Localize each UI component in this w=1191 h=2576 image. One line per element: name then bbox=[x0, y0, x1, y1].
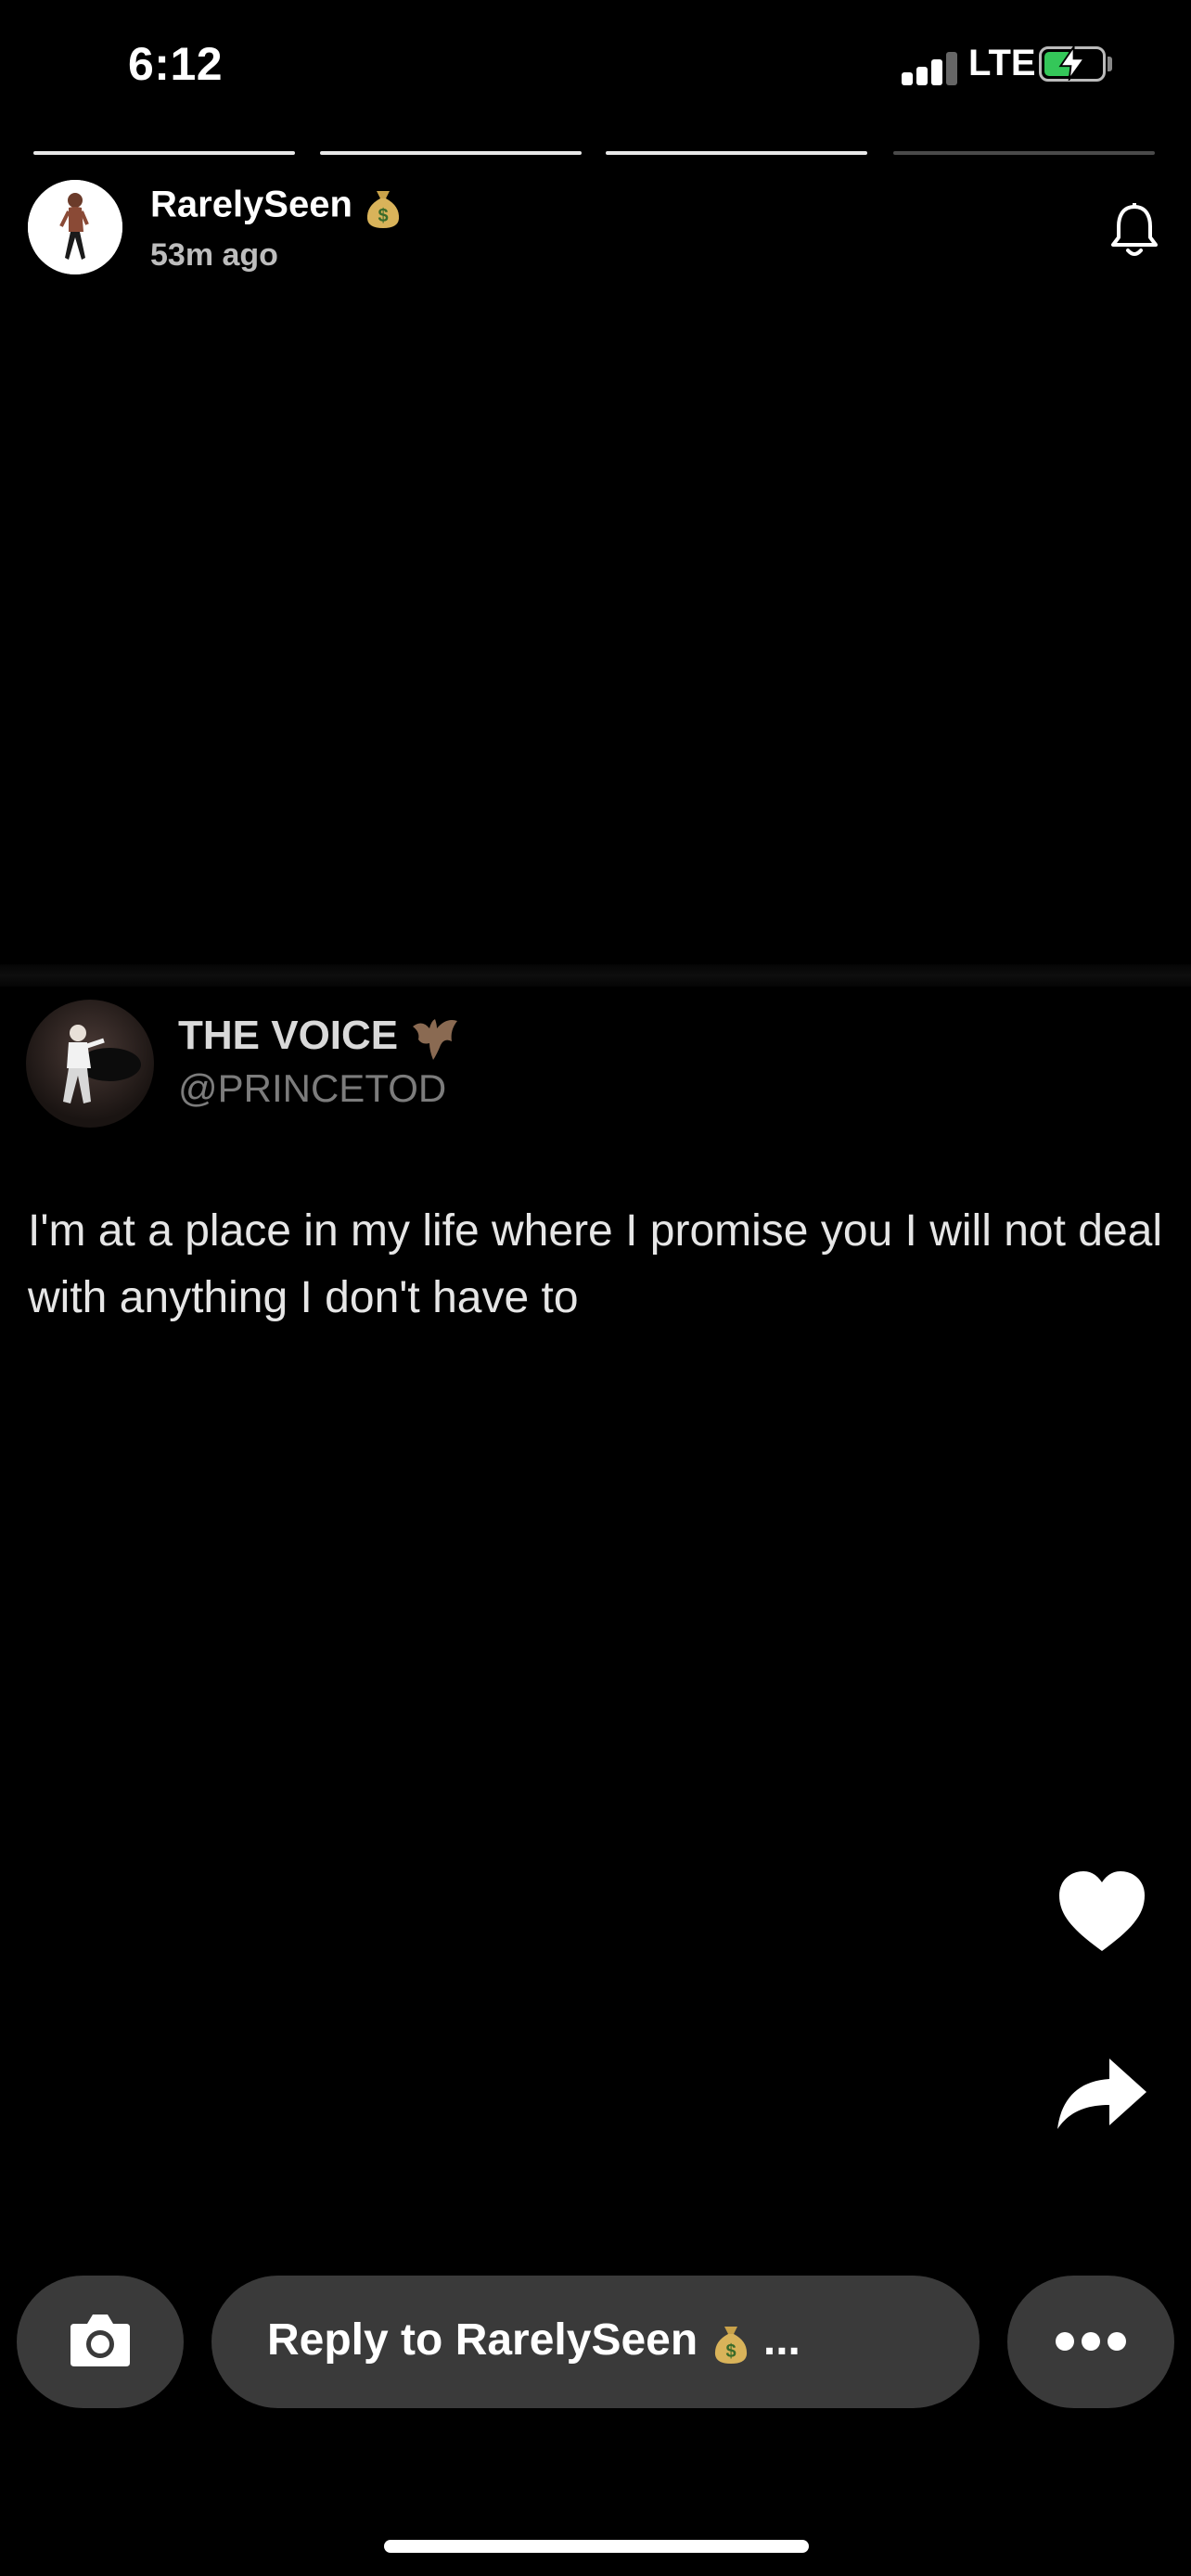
reply-input[interactable]: Reply to RarelySeen $ ... bbox=[211, 2276, 980, 2408]
status-time: 6:12 bbox=[128, 38, 224, 90]
tweet-display-name: THE VOICE bbox=[178, 1013, 461, 1062]
story-progress-segment bbox=[320, 151, 582, 155]
content-divider bbox=[0, 964, 1191, 987]
share-arrow-icon[interactable] bbox=[1056, 2057, 1148, 2131]
camera-button[interactable] bbox=[17, 2276, 184, 2408]
more-options-button[interactable] bbox=[1007, 2276, 1174, 2408]
home-indicator[interactable] bbox=[384, 2540, 809, 2553]
heart-icon[interactable] bbox=[1056, 1869, 1148, 1955]
camera-icon bbox=[70, 2315, 130, 2366]
cellular-signal-icon bbox=[902, 48, 957, 85]
network-type: LTE bbox=[968, 43, 1036, 83]
story-timestamp: 53m ago bbox=[150, 237, 278, 273]
tweet-avatar-image bbox=[63, 1025, 141, 1103]
bell-icon[interactable] bbox=[1108, 200, 1161, 260]
story-username-text: RarelySeen bbox=[150, 184, 352, 225]
tweet-body-text: I'm at a place in my life where I promis… bbox=[28, 1206, 1163, 1322]
svg-text:$: $ bbox=[725, 2341, 736, 2362]
charging-bolt-icon bbox=[1058, 45, 1086, 81]
reply-placeholder-ellipsis: ... bbox=[762, 2315, 800, 2365]
story-progress-segment bbox=[606, 151, 867, 155]
money-bag-icon: $ bbox=[714, 2327, 747, 2365]
battery-cap bbox=[1108, 57, 1112, 71]
story-username[interactable]: RarelySeen $ bbox=[150, 184, 403, 230]
ellipsis-icon bbox=[1056, 2332, 1126, 2351]
svg-text:$: $ bbox=[378, 206, 388, 226]
person-walking-figure bbox=[28, 180, 122, 274]
tweet-handle: @PRINCETOD bbox=[178, 1066, 447, 1110]
story-author-avatar[interactable] bbox=[28, 180, 122, 274]
tweet-author-avatar bbox=[26, 1000, 154, 1128]
story-progress-segment bbox=[33, 151, 295, 155]
reply-placeholder-text: Reply to RarelySeen bbox=[267, 2315, 698, 2365]
tweet-display-name-text: THE VOICE bbox=[178, 1013, 399, 1058]
bat-icon bbox=[413, 1019, 458, 1061]
money-bag-icon: $ bbox=[366, 191, 400, 228]
reply-placeholder: Reply to RarelySeen $ ... bbox=[267, 2315, 800, 2367]
story-progress-segment bbox=[893, 151, 1155, 155]
battery-icon bbox=[1039, 45, 1106, 82]
